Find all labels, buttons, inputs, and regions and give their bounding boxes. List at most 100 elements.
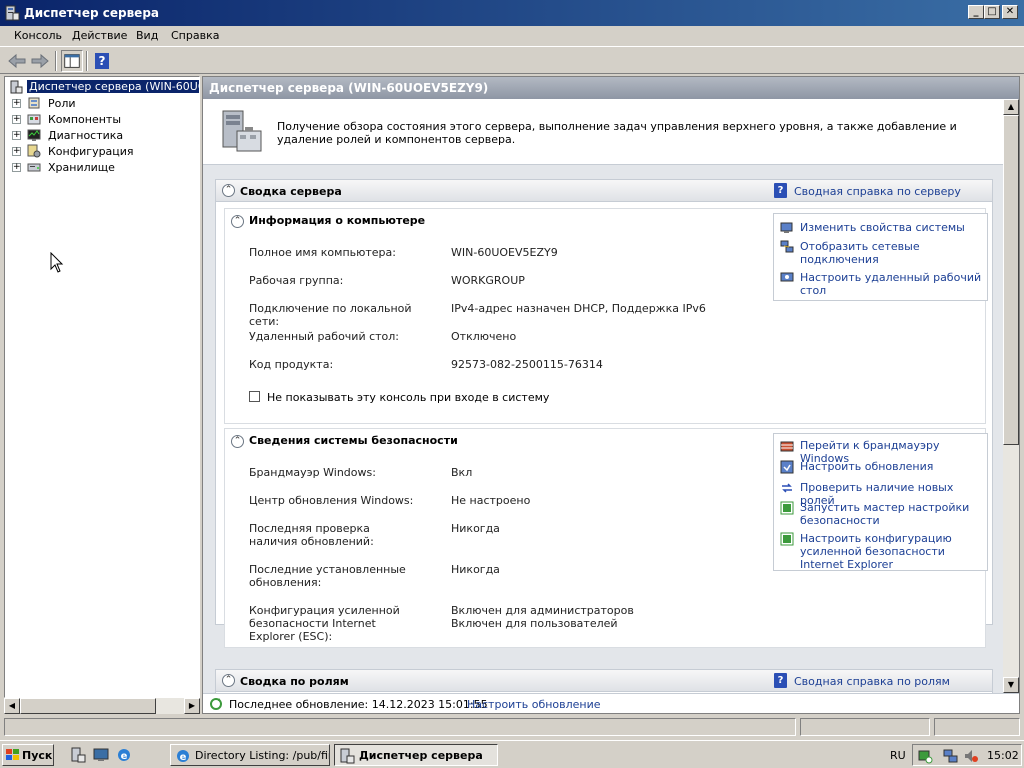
expand-icon[interactable]: + [12,163,21,172]
server-summary-section: ⌃ Сводка сервера ? Сводная справка по се… [215,179,993,648]
prop-label: Код продукта: [249,358,334,371]
help-icon: ? [774,183,787,198]
toolbar-separator [55,51,57,71]
configuration-icon [27,144,41,158]
subsection-title: Сведения системы безопасности [249,434,458,447]
status-panel [800,718,930,736]
mouse-cursor-icon [50,252,64,273]
tree-root-label[interactable]: Диспетчер сервера (WIN-60UOEV5EZY9) [27,80,199,93]
subsection-title: Информация о компьютере [249,214,426,227]
volume-muted-icon[interactable] [963,748,979,764]
dont-show-checkbox-label[interactable]: Не показывать эту консоль при входе в си… [267,391,549,404]
scroll-left-icon[interactable]: ◀ [4,698,20,714]
task-label[interactable]: Настроить удаленный рабочий стол [800,271,990,297]
prop-value: 92573-082-2500115-76314 [451,358,603,371]
title-bar: Диспетчер сервера _ □ ✕ [0,0,1024,26]
taskbar-item-label: Диспетчер сервера [359,749,483,762]
collapse-icon[interactable]: ⌃ [222,184,235,197]
details-vertical-scrollbar[interactable]: ▲ ▼ [1003,99,1019,693]
prop-value: Отключено [451,330,517,343]
console-tree-icon[interactable] [61,50,83,72]
prop-label: Рабочая группа: [249,274,344,287]
prop-value: Никогда [451,563,500,576]
expand-icon[interactable]: + [12,99,21,108]
menu-bar: Консоль Действие Вид Справка [0,26,1024,46]
server-manager-icon [10,80,23,94]
menu-help[interactable]: Справка [171,29,219,42]
roles-help-link[interactable]: Сводная справка по ролям [794,675,950,688]
menu-console[interactable]: Консоль [14,29,62,42]
minimize-button[interactable]: _ [968,5,984,19]
scrollbar-thumb[interactable] [20,698,156,714]
network-tray-icon[interactable] [943,748,959,764]
menu-action[interactable]: Действие [72,29,127,42]
prop-label: Брандмауэр Windows: [249,466,376,479]
prop-value: Вкл [451,466,473,479]
prop-value: Не настроено [451,494,531,507]
taskbar-item-browser[interactable]: e Directory Listing: /pub/fir... [170,744,330,766]
language-indicator[interactable]: RU [890,749,906,762]
close-button[interactable]: ✕ [1002,5,1018,19]
console-tree: Диспетчер сервера (WIN-60UOEV5EZY9) + Ро… [4,76,200,698]
scrollbar-thumb[interactable] [1003,115,1019,445]
collapse-icon[interactable]: ⌃ [222,674,235,687]
tree-horizontal-scrollbar[interactable]: ◀ ▶ [4,698,200,714]
server-manager-quicklaunch-icon[interactable] [70,747,86,763]
intro-panel: Получение обзора состояния этого сервера… [203,99,1003,165]
prop-label: Полное имя компьютера: [249,246,396,259]
clock: 15:02 [987,749,1019,762]
expand-icon[interactable]: + [12,147,21,156]
prop-label: Центр обновления Windows: [249,494,414,507]
windows-update-icon [780,460,794,474]
remote-desktop-icon [780,272,794,282]
internet-explorer-icon[interactable]: e [116,747,132,763]
task-label[interactable]: Настроить обновления [800,460,990,473]
back-arrow-icon[interactable] [6,50,28,72]
computer-info-section: ⌃ Информация о компьютере Полное имя ком… [224,208,988,424]
system-properties-icon [780,222,793,233]
internet-explorer-icon: e [177,750,189,763]
status-panel [934,718,1020,736]
prop-value: Включен для администраторов [451,604,634,617]
forward-arrow-icon[interactable] [29,50,51,72]
tree-item-label: Конфигурация [48,145,134,158]
scroll-up-icon[interactable]: ▲ [1003,99,1019,115]
taskbar: Пуск e e Directory Listing: /pub/fir... … [0,740,1024,768]
security-info-section: ⌃ Сведения системы безопасности Брандмау… [224,428,988,648]
start-button[interactable]: Пуск [2,744,54,766]
server-help-link[interactable]: Сводная справка по серверу [794,185,961,198]
tree-item-label: Роли [48,97,76,110]
refresh-roles-icon [782,483,792,493]
prop-value: WIN-60UOEV5EZY9 [451,246,558,259]
roles-summary-section: ⌃ Сводка по ролям ? Сводная справка по р… [215,669,993,693]
refresh-icon [210,698,222,710]
collapse-icon[interactable]: ⌃ [231,435,244,448]
tree-item-label: Хранилище [48,161,115,174]
maximize-button[interactable]: □ [984,5,1000,19]
server-summary-header: ⌃ Сводка сервера ? Сводная справка по се… [216,180,992,202]
task-label[interactable]: Изменить свойства системы [800,221,990,234]
show-desktop-icon[interactable] [93,747,109,763]
menu-view[interactable]: Вид [136,29,158,42]
details-title: Диспетчер сервера (WIN-60UOEV5EZY9) [209,81,489,95]
dont-show-checkbox[interactable] [249,391,260,402]
configure-refresh-link[interactable]: Настроить обновление [467,698,601,711]
task-label[interactable]: Настроить конфигурацию усиленной безопас… [800,532,990,571]
scroll-down-icon[interactable]: ▼ [1003,677,1019,693]
security-tray-icon[interactable] [917,748,933,764]
server-manager-icon [340,748,355,764]
expand-icon[interactable]: + [12,115,21,124]
task-label[interactable]: Отобразить сетевые подключения [800,240,990,266]
scroll-right-icon[interactable]: ▶ [184,698,200,714]
help-icon[interactable]: ? [91,50,113,72]
expand-icon[interactable]: + [12,131,21,140]
task-label[interactable]: Запустить мастер настройки безопасности [800,501,990,527]
prop-label: Конфигурация усиленной безопасности Inte… [249,604,400,643]
collapse-icon[interactable]: ⌃ [231,215,244,228]
details-header: Диспетчер сервера (WIN-60UOEV5EZY9) [203,77,1019,99]
last-update-text: Последнее обновление: 14.12.2023 15:01:5… [229,698,488,711]
network-connections-icon [780,240,794,253]
computer-tasks-panel: Изменить свойства системы Отобразить сет… [773,213,988,301]
intro-description: Получение обзора состояния этого сервера… [277,120,957,146]
taskbar-item-server-manager[interactable]: Диспетчер сервера [334,744,498,766]
